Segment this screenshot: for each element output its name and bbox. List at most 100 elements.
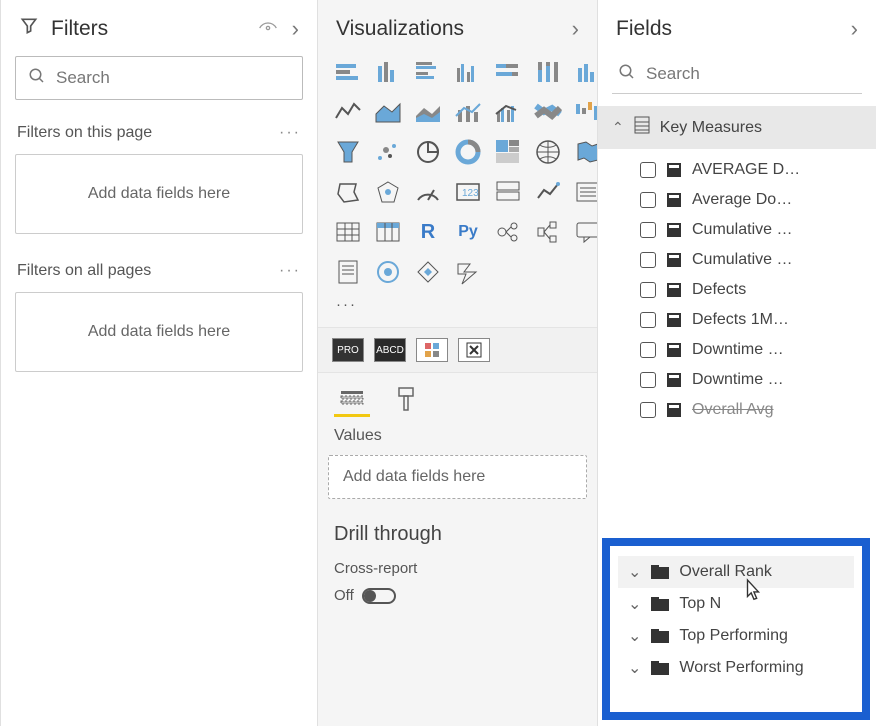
field-item[interactable]: Defects 1M… — [598, 305, 876, 335]
clustered-bar-chart-icon[interactable] — [412, 56, 444, 88]
funnel-icon[interactable] — [332, 136, 364, 168]
expand-icon[interactable] — [628, 626, 641, 646]
field-item[interactable]: AVERAGE D… — [598, 155, 876, 185]
expand-icon[interactable] — [628, 562, 641, 582]
filters-search-input[interactable] — [56, 68, 290, 88]
expand-icon[interactable] — [628, 594, 641, 614]
azure-map-icon[interactable] — [372, 176, 404, 208]
shape-map-icon[interactable] — [332, 176, 364, 208]
measure-icon — [666, 252, 682, 268]
mode-chip-abcd[interactable]: ABCD — [374, 338, 406, 362]
filters-all-dropzone[interactable]: Add data fields here — [15, 292, 303, 372]
r-visual-icon[interactable]: R — [412, 216, 444, 248]
mode-chip-clear[interactable] — [458, 338, 490, 362]
filters-search[interactable] — [15, 56, 303, 100]
filters-header: Filters — [1, 0, 317, 56]
group-item-top-performing[interactable]: Top Performing — [618, 620, 854, 652]
treemap-icon[interactable] — [492, 136, 524, 168]
more-icon[interactable]: ··· — [279, 124, 301, 142]
multi-row-card-icon[interactable] — [492, 176, 524, 208]
line-clustered-column-icon[interactable] — [492, 96, 524, 128]
field-item[interactable]: Cumulative … — [598, 215, 876, 245]
tab-fields[interactable] — [334, 381, 370, 417]
group-item-worst-performing[interactable]: Worst Performing — [618, 652, 854, 684]
field-item[interactable]: Downtime … — [598, 365, 876, 395]
values-dropzone[interactable]: Add data fields here — [328, 455, 587, 499]
scatter-chart-icon[interactable] — [372, 136, 404, 168]
collapse-filters-icon[interactable] — [292, 16, 299, 42]
kpi-icon[interactable] — [532, 176, 564, 208]
stacked-bar-chart-icon[interactable] — [332, 56, 364, 88]
donut-chart-icon[interactable] — [452, 136, 484, 168]
field-checkbox[interactable] — [640, 222, 656, 238]
values-drop-text: Add data fields here — [343, 468, 485, 485]
decomposition-tree-icon[interactable] — [532, 216, 564, 248]
field-label: Defects — [692, 281, 746, 299]
clustered-column-chart-icon[interactable] — [452, 56, 484, 88]
field-label: Average Do… — [692, 191, 792, 209]
more-visuals-icon[interactable]: ··· — [318, 294, 597, 327]
cross-report-toggle-row: Off — [318, 581, 597, 610]
fields-search[interactable] — [612, 54, 862, 94]
tab-format[interactable] — [388, 381, 424, 417]
mode-chip-grid[interactable] — [416, 338, 448, 362]
power-apps-icon[interactable] — [412, 256, 444, 288]
hundred-stacked-bar-icon[interactable] — [492, 56, 524, 88]
card-icon[interactable]: 123 — [452, 176, 484, 208]
values-label: Values — [318, 417, 597, 451]
field-checkbox[interactable] — [640, 162, 656, 178]
expand-icon[interactable] — [628, 658, 641, 678]
field-item[interactable]: Average Do… — [598, 185, 876, 215]
mode-chip-pro[interactable]: PRO — [332, 338, 364, 362]
field-label: Downtime … — [692, 341, 784, 359]
visualizations-pane: Visualizations 123 — [317, 0, 597, 726]
more-icon[interactable]: ··· — [279, 262, 301, 280]
gauge-icon[interactable] — [412, 176, 444, 208]
field-checkbox[interactable] — [640, 342, 656, 358]
fields-pane: Fields Key Measures AVERAGE D… Average D… — [597, 0, 876, 726]
table-header[interactable]: Key Measures — [598, 106, 876, 149]
measure-icon — [666, 282, 682, 298]
stacked-column-chart-icon[interactable] — [372, 56, 404, 88]
ribbon-chart-icon[interactable] — [532, 96, 564, 128]
hundred-stacked-column-icon[interactable] — [532, 56, 564, 88]
arcgis-icon[interactable] — [372, 256, 404, 288]
cross-report-label: Cross-report — [318, 556, 597, 581]
folder-icon — [651, 597, 669, 611]
field-item[interactable]: Defects — [598, 275, 876, 305]
group-item-top-n[interactable]: Top N — [618, 588, 854, 620]
field-checkbox[interactable] — [640, 402, 656, 418]
filters-section-page: Filters on this page ··· — [1, 114, 317, 148]
line-chart-icon[interactable] — [332, 96, 364, 128]
map-icon[interactable] — [532, 136, 564, 168]
collapse-viz-icon[interactable] — [572, 16, 579, 42]
table-icon[interactable] — [332, 216, 364, 248]
field-item[interactable]: Downtime … — [598, 335, 876, 365]
field-item[interactable]: Cumulative … — [598, 245, 876, 275]
field-checkbox[interactable] — [640, 252, 656, 268]
pie-chart-icon[interactable] — [412, 136, 444, 168]
field-checkbox[interactable] — [640, 282, 656, 298]
power-automate-icon[interactable] — [452, 256, 484, 288]
cross-report-toggle[interactable] — [362, 588, 396, 604]
collapse-fields-icon[interactable] — [851, 16, 858, 42]
fields-search-input[interactable] — [646, 64, 867, 84]
py-visual-icon[interactable]: Py — [452, 216, 484, 248]
filters-page-dropzone[interactable]: Add data fields here — [15, 154, 303, 234]
matrix-icon[interactable] — [372, 216, 404, 248]
field-checkbox[interactable] — [640, 372, 656, 388]
eye-icon[interactable] — [258, 17, 278, 41]
drill-through-header: Drill through — [318, 519, 597, 556]
field-item-partial[interactable]: Overall Avg — [598, 395, 876, 425]
stacked-area-chart-icon[interactable] — [412, 96, 444, 128]
key-influencers-icon[interactable] — [492, 216, 524, 248]
measure-icon — [666, 192, 682, 208]
group-item-overall-rank[interactable]: Overall Rank — [618, 556, 854, 588]
field-checkbox[interactable] — [640, 192, 656, 208]
collapse-table-icon[interactable] — [612, 119, 624, 137]
field-checkbox[interactable] — [640, 312, 656, 328]
paginated-report-icon[interactable] — [332, 256, 364, 288]
area-chart-icon[interactable] — [372, 96, 404, 128]
line-stacked-column-icon[interactable] — [452, 96, 484, 128]
measure-icon — [666, 312, 682, 328]
